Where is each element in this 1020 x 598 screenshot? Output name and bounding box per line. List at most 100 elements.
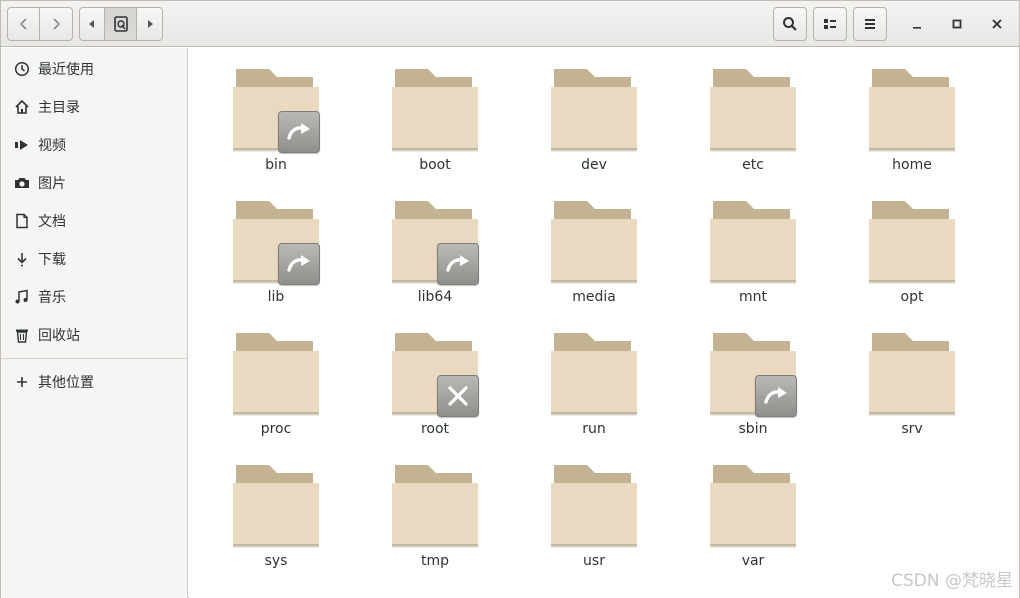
sidebar-item-other-locations[interactable]: 其他位置 <box>1 364 187 400</box>
folder-name: etc <box>742 157 764 173</box>
sidebar-item-label: 图片 <box>38 176 66 192</box>
places-sidebar: 最近使用 主目录 视频 图片 文档 下载 音乐 回收站 其他位置 <box>1 48 188 598</box>
sidebar-item-pictures[interactable]: 图片 <box>1 165 187 201</box>
sidebar-item-label: 文档 <box>38 214 66 230</box>
path-scroll-left-button[interactable] <box>79 7 105 41</box>
sidebar-item-label: 最近使用 <box>38 62 94 78</box>
triangle-left-icon <box>89 20 94 28</box>
sidebar-item-label: 主目录 <box>38 100 80 116</box>
minimize-button[interactable] <box>902 9 932 39</box>
folder-icon <box>869 333 955 416</box>
folder-name: sys <box>264 553 288 569</box>
folder-item[interactable]: opt <box>852 200 972 320</box>
folder-icon <box>551 201 637 284</box>
sidebar-item-label: 其他位置 <box>38 375 94 391</box>
path-scroll-right-button[interactable] <box>137 7 163 41</box>
folder-item[interactable]: etc <box>693 68 813 188</box>
music-icon <box>13 288 31 306</box>
folder-icon <box>551 465 637 548</box>
folder-item[interactable]: proc <box>216 332 336 452</box>
header-bar <box>1 1 1019 47</box>
folder-icon <box>710 201 796 284</box>
sidebar-item-home[interactable]: 主目录 <box>1 89 187 125</box>
search-button[interactable] <box>773 7 807 41</box>
folder-item[interactable]: root <box>375 332 495 452</box>
folder-item[interactable]: lib <box>216 200 336 320</box>
maximize-button[interactable] <box>942 9 972 39</box>
sidebar-item-label: 回收站 <box>38 328 80 344</box>
download-icon <box>13 250 31 268</box>
folder-item[interactable]: boot <box>375 68 495 188</box>
folder-item[interactable]: dev <box>534 68 654 188</box>
sidebar-item-trash[interactable]: 回收站 <box>1 317 187 353</box>
folder-item[interactable]: run <box>534 332 654 452</box>
folder-item[interactable]: media <box>534 200 654 320</box>
symlink-emblem-icon <box>278 111 320 153</box>
folder-name: lib <box>267 289 285 305</box>
folder-icon <box>869 69 955 152</box>
sidebar-divider <box>1 358 187 359</box>
folder-icon <box>392 465 478 548</box>
menu-button[interactable] <box>853 7 887 41</box>
symlink-emblem-icon <box>437 243 479 285</box>
folder-item[interactable]: sbin <box>693 332 813 452</box>
home-icon <box>13 98 31 116</box>
folder-name: home <box>892 157 932 173</box>
folder-item[interactable]: home <box>852 68 972 188</box>
sidebar-item-recent[interactable]: 最近使用 <box>1 51 187 87</box>
folder-name: media <box>572 289 616 305</box>
minimize-icon <box>913 27 921 29</box>
search-icon <box>783 17 797 31</box>
folder-item[interactable]: srv <box>852 332 972 452</box>
sidebar-item-music[interactable]: 音乐 <box>1 279 187 315</box>
sidebar-item-label: 音乐 <box>38 290 66 306</box>
folder-icon <box>710 69 796 152</box>
folder-item[interactable]: tmp <box>375 464 495 584</box>
video-icon <box>13 136 31 154</box>
back-button[interactable] <box>7 7 40 41</box>
folder-name: proc <box>260 421 292 437</box>
folder-name: dev <box>581 157 607 173</box>
list-view-icon <box>824 19 836 29</box>
folder-name: srv <box>901 421 923 437</box>
path-root-button[interactable] <box>105 7 137 41</box>
view-toggle-button[interactable] <box>813 7 847 41</box>
folder-item[interactable]: bin <box>216 68 336 188</box>
folder-name: var <box>741 553 765 569</box>
folder-name: usr <box>583 553 605 569</box>
watermark-text: CSDN @梵晓星 <box>891 571 1013 591</box>
folder-icon <box>551 333 637 416</box>
folder-icon <box>392 69 478 152</box>
sidebar-item-documents[interactable]: 文档 <box>1 203 187 239</box>
folder-item[interactable]: lib64 <box>375 200 495 320</box>
file-icon-grid: bin boot dev etc home lib lib64 media mnt opt proc… <box>189 48 1019 598</box>
clock-icon <box>13 60 31 78</box>
trash-icon <box>13 326 31 344</box>
folder-item[interactable]: mnt <box>693 200 813 320</box>
folder-name: run <box>582 421 606 437</box>
folder-icon <box>233 465 319 548</box>
file-manager-window: 最近使用 主目录 视频 图片 文档 下载 音乐 回收站 其他位置 bin boo… <box>0 0 1020 598</box>
folder-name: opt <box>900 289 924 305</box>
folder-item[interactable]: var <box>693 464 813 584</box>
folder-item[interactable]: sys <box>216 464 336 584</box>
sidebar-item-videos[interactable]: 视频 <box>1 127 187 163</box>
folder-icon <box>551 69 637 152</box>
folder-name: sbin <box>738 421 768 437</box>
triangle-right-icon <box>147 20 153 28</box>
folder-icon <box>710 465 796 548</box>
folder-name: lib64 <box>417 289 453 305</box>
sidebar-item-label: 视频 <box>38 138 66 154</box>
forward-button[interactable] <box>40 7 73 41</box>
close-button[interactable] <box>982 9 1012 39</box>
folder-name: root <box>420 421 450 437</box>
chevron-left-icon <box>19 18 27 30</box>
chevron-right-icon <box>53 18 61 30</box>
folder-item[interactable]: usr <box>534 464 654 584</box>
unreadable-emblem-icon <box>437 375 479 417</box>
folder-icon <box>869 201 955 284</box>
sidebar-item-downloads[interactable]: 下载 <box>1 241 187 277</box>
document-icon <box>13 212 31 230</box>
symlink-emblem-icon <box>278 243 320 285</box>
camera-icon <box>13 174 31 192</box>
